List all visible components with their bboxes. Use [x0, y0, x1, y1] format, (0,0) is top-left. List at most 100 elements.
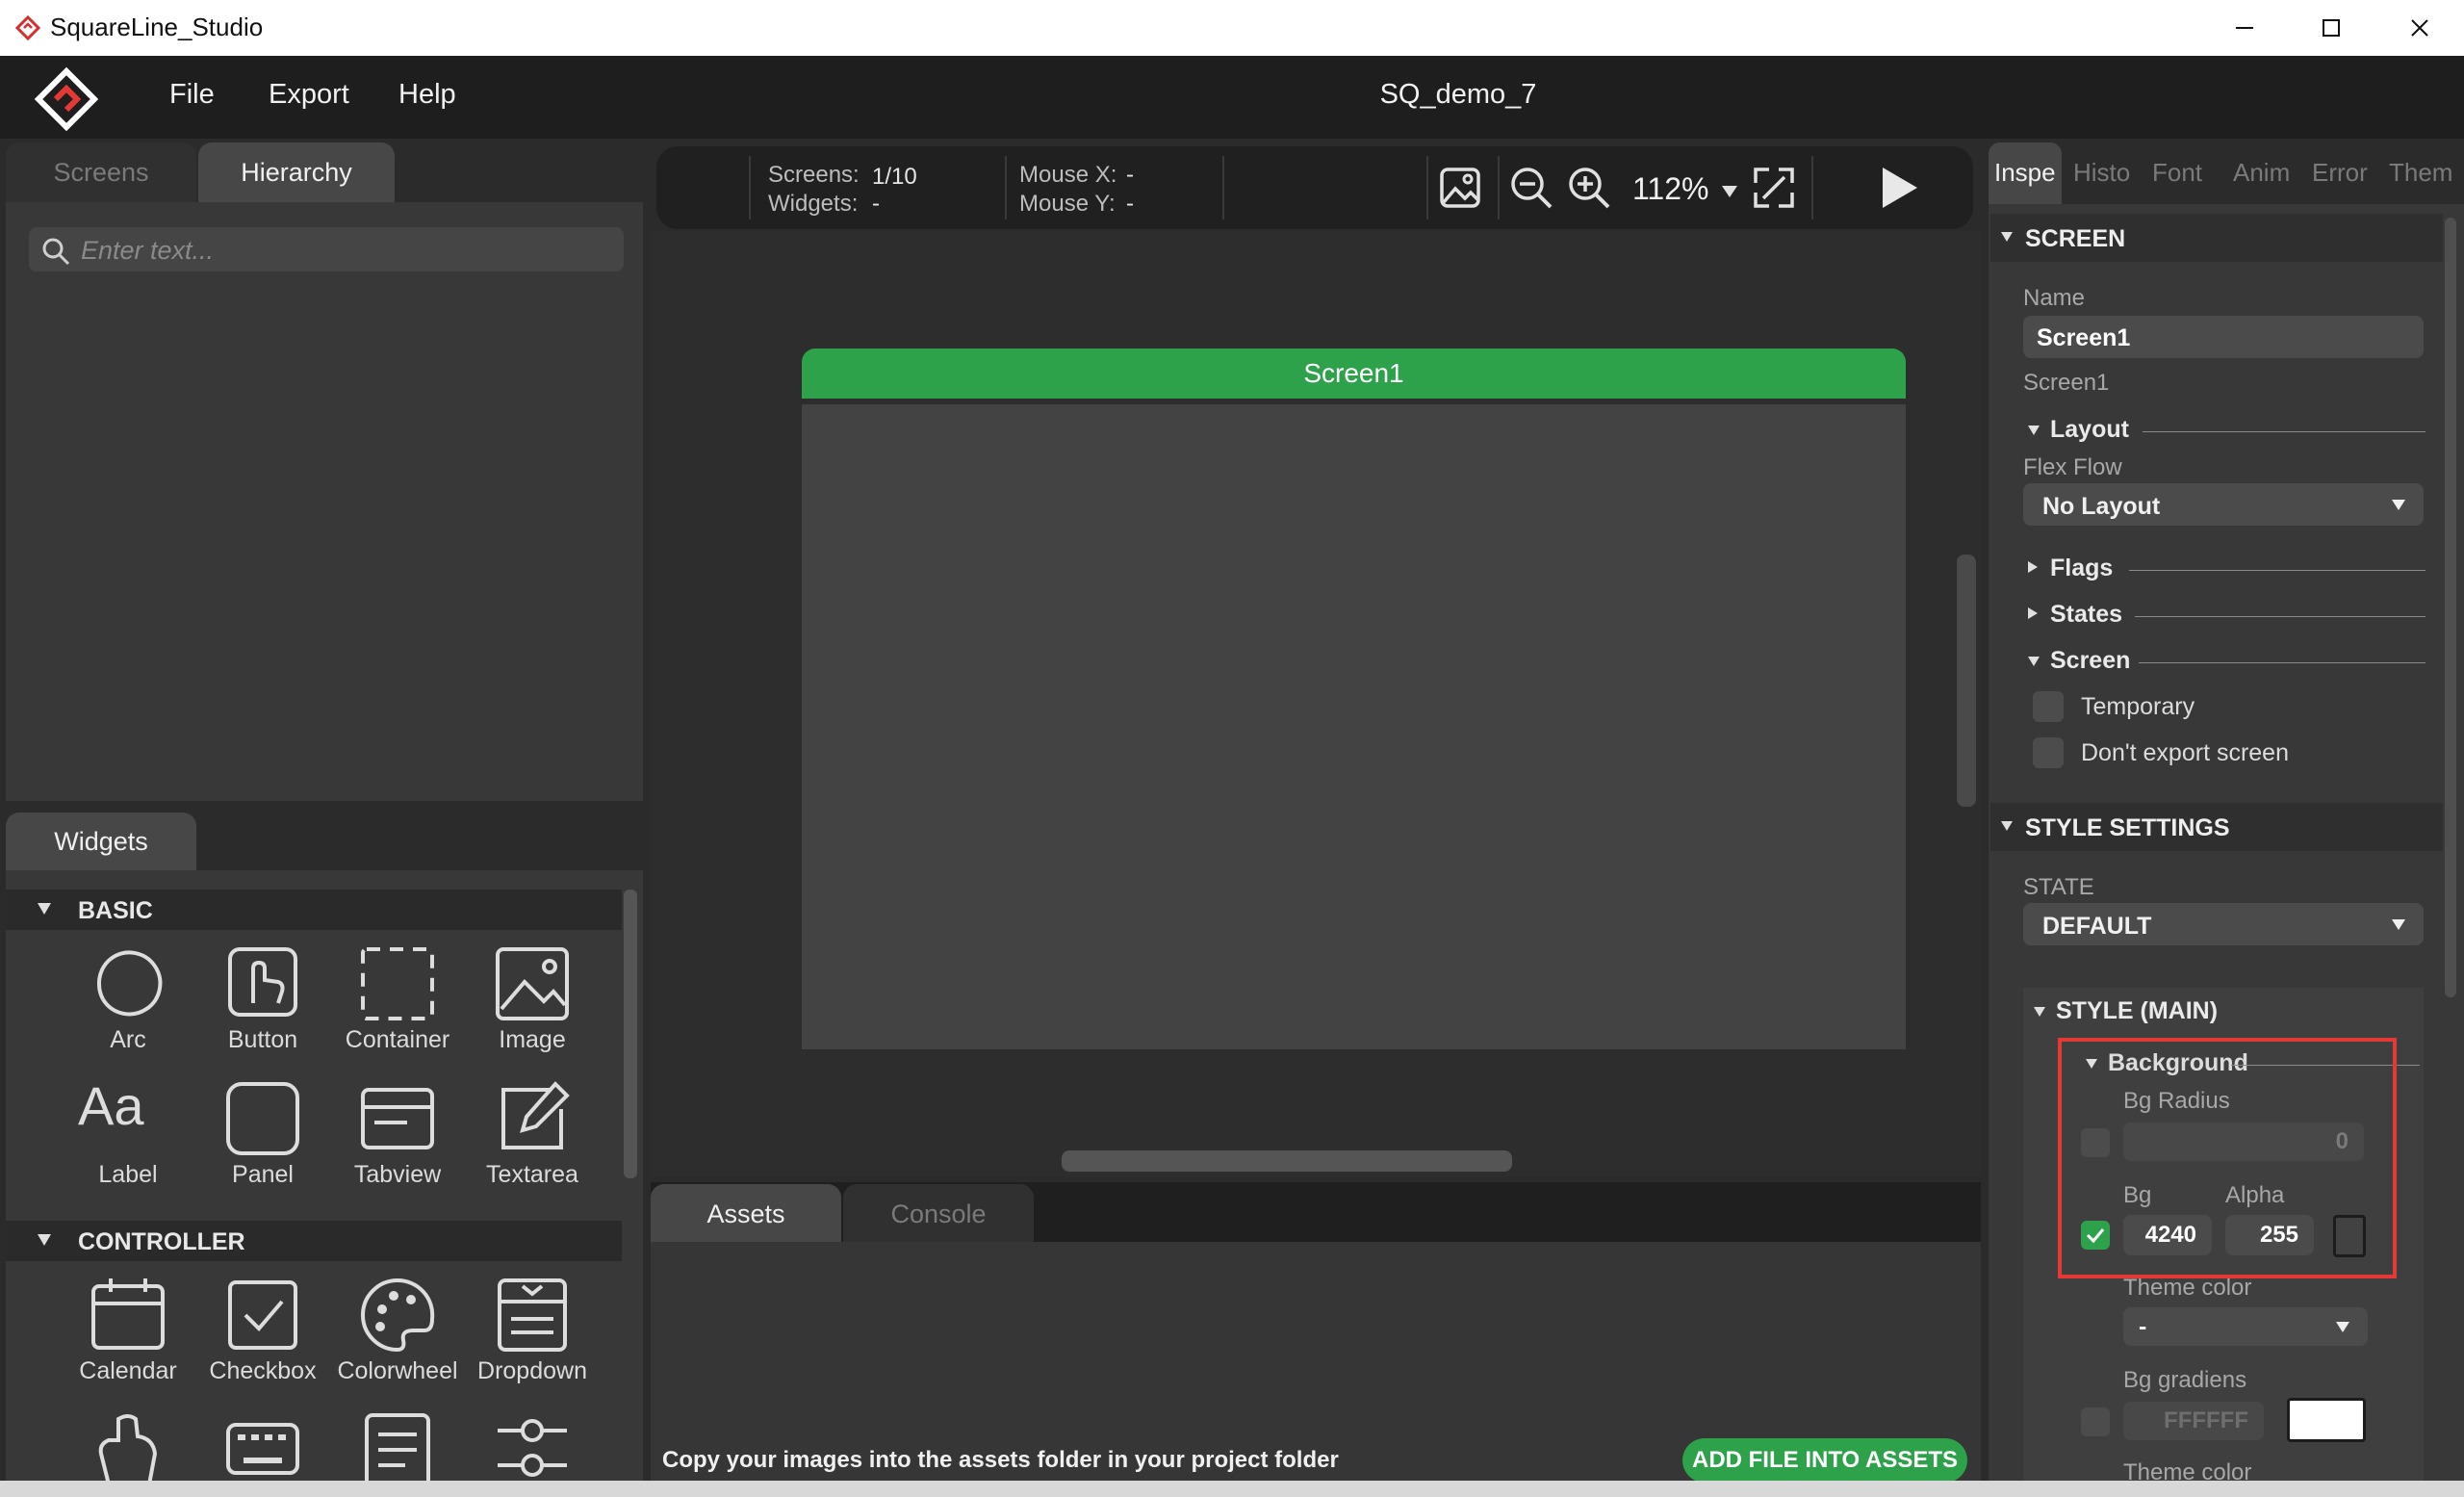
flags-subsection[interactable]: Flags [2027, 555, 2431, 583]
mouse-y-label: Mouse Y: [1019, 191, 1116, 217]
play-icon [1883, 168, 1917, 208]
widget-label-item[interactable]: Aa Label [61, 1074, 195, 1205]
fit-screen-button[interactable] [1752, 166, 1796, 210]
tab-console[interactable]: Console [843, 1184, 1034, 1244]
dont-export-checkbox[interactable] [2033, 737, 2064, 768]
tab-theme[interactable]: Them [2389, 158, 2452, 188]
states-title: States [2050, 601, 2123, 628]
state-select[interactable]: DEFAULT [2023, 903, 2424, 945]
assets-hint-text: Copy your images into the assets folder … [662, 1447, 1339, 1473]
tab-screens[interactable]: Screens [6, 142, 196, 202]
widget-panel[interactable]: Panel [195, 1074, 330, 1205]
dropdown-icon [498, 1278, 567, 1352]
tab-inspector[interactable]: Inspe [1994, 158, 2056, 188]
menu-help[interactable]: Help [398, 79, 456, 111]
temporary-checkbox[interactable] [2033, 691, 2064, 722]
tab-hierarchy[interactable]: Hierarchy [198, 142, 395, 202]
theme-color-select[interactable]: - [2123, 1307, 2368, 1346]
hand-icon [98, 1414, 158, 1485]
bg-gradiens-input[interactable]: FFFFFF [2123, 1402, 2264, 1440]
toolbar-separator [1811, 156, 1813, 219]
section-basic[interactable]: BASIC [6, 890, 622, 930]
screen-header[interactable]: Screen1 [802, 348, 1906, 399]
widget-tabview[interactable]: Tabview [330, 1074, 465, 1205]
flex-flow-value: No Layout [2042, 493, 2161, 520]
toolbar-separator [1426, 156, 1428, 219]
tab-error[interactable]: Error [2312, 158, 2368, 188]
widget-arc[interactable]: Arc [61, 940, 195, 1071]
inspector-panel: Inspe Histo Font Anim Error Them SCREEN … [1989, 141, 2464, 1497]
widget-calendar[interactable]: Calendar [61, 1271, 195, 1402]
widget-button[interactable]: Button [195, 940, 330, 1071]
style-main-subsection[interactable]: STYLE (MAIN) [2033, 997, 2418, 1026]
bg-gradiens-checkbox[interactable] [2081, 1407, 2110, 1436]
calendar-icon [91, 1278, 165, 1350]
widget-label: Colorwheel [337, 1357, 458, 1384]
canvas-vertical-scrollbar[interactable] [1957, 555, 1976, 807]
tabview-icon [361, 1088, 434, 1149]
divider [2129, 570, 2426, 571]
flex-flow-select[interactable]: No Layout [2023, 483, 2424, 526]
hierarchy-tabstrip: Screens Hierarchy [6, 141, 643, 202]
widgets-count-label: Widgets: [768, 191, 859, 217]
triangle-down-icon [38, 1234, 51, 1246]
widget-colorwheel[interactable]: Colorwheel [330, 1271, 465, 1402]
screen-section-header[interactable]: SCREEN [1990, 214, 2443, 262]
menu-file[interactable]: File [169, 79, 215, 111]
tab-assets[interactable]: Assets [651, 1184, 841, 1244]
bg-gradiens-swatch[interactable] [2287, 1398, 2366, 1442]
menu-export[interactable]: Export [269, 79, 349, 111]
name-label: Name [2023, 285, 2086, 311]
tab-animation[interactable]: Anim [2233, 158, 2290, 188]
maximize-icon [2323, 19, 2340, 37]
widgets-scrollbar[interactable] [624, 890, 637, 1178]
name-input[interactable]: Screen1 [2023, 316, 2424, 358]
close-button[interactable] [2375, 0, 2464, 56]
add-file-into-assets-button[interactable]: ADD FILE INTO ASSETS [1682, 1438, 1967, 1483]
style-settings-header[interactable]: STYLE SETTINGS [1990, 803, 2443, 851]
tab-font[interactable]: Font [2152, 158, 2202, 188]
zoom-in-button[interactable] [1567, 166, 1611, 210]
background-image-button[interactable] [1438, 166, 1482, 210]
section-controller-title: CONTROLLER [78, 1228, 245, 1255]
screen-preview[interactable] [802, 404, 1906, 1049]
minimize-button[interactable] [2200, 0, 2289, 56]
play-button[interactable] [1875, 164, 1923, 212]
section-controller[interactable]: CONTROLLER [6, 1221, 622, 1261]
zoom-out-button[interactable] [1509, 166, 1553, 210]
squareline-logo [33, 65, 100, 133]
widget-label: Label [98, 1161, 158, 1188]
widget-label: Tabview [353, 1161, 442, 1188]
window-title-bar: SquareLine_Studio [0, 0, 2464, 56]
chevron-down-icon [2392, 500, 2405, 510]
tab-widgets[interactable]: Widgets [6, 813, 196, 870]
screen-section-title: SCREEN [2025, 225, 2126, 252]
triangle-down-icon [2034, 1007, 2045, 1017]
section-basic-title: BASIC [78, 897, 153, 924]
hierarchy-search-input[interactable]: Enter text... [29, 227, 624, 271]
tab-history[interactable]: Histo [2073, 158, 2130, 188]
widget-image[interactable]: Image [465, 940, 600, 1071]
layout-subsection[interactable]: Layout [2027, 416, 2431, 445]
window-title: SquareLine_Studio [50, 13, 264, 41]
widget-label: Container [345, 1026, 450, 1053]
widget-container[interactable]: Container [330, 940, 465, 1071]
widget-dropdown[interactable]: Dropdown [465, 1271, 600, 1402]
canvas-horizontal-scrollbar[interactable] [1062, 1150, 1512, 1172]
states-subsection[interactable]: States [2027, 601, 2431, 630]
toolbar-separator [1222, 156, 1224, 219]
mouse-x-value: - [1126, 162, 1134, 188]
theme-color-label: Theme color [2123, 1275, 2252, 1301]
zoom-select[interactable]: 112% [1632, 171, 1738, 207]
mouse-x-label: Mouse X: [1019, 162, 1117, 188]
inspector-scrollbar[interactable] [2445, 218, 2456, 997]
label-icon: Aa [78, 1075, 144, 1136]
maximize-button[interactable] [2287, 0, 2375, 56]
widget-checkbox[interactable]: Checkbox [195, 1271, 330, 1402]
screen-subsection[interactable]: Screen [2027, 647, 2431, 676]
widget-textarea[interactable]: Textarea [465, 1074, 600, 1205]
chevron-down-icon [2392, 919, 2405, 930]
widget-label: Panel [232, 1161, 294, 1188]
colorwheel-icon [361, 1278, 435, 1353]
toolbar-separator [749, 156, 751, 219]
